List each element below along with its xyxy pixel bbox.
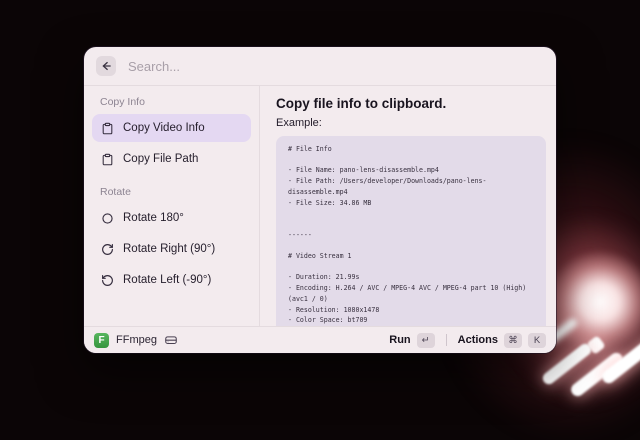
app-name: FFmpeg (116, 334, 157, 346)
ffmpeg-app-icon: F (94, 333, 109, 348)
rotate-counterclockwise-icon (100, 273, 114, 287)
arrow-left-icon (99, 59, 113, 73)
action-bar: F FFmpeg Run ↵ Actions ⌘ K (84, 326, 556, 353)
clipboard-icon (100, 121, 114, 135)
example-code-block[interactable]: # File Info - File Name: pano-lens-disas… (276, 136, 546, 326)
footer-divider (446, 334, 447, 346)
sidebar-section-label: Rotate (100, 186, 251, 198)
sidebar-item-rotate-180[interactable]: Rotate 180° (92, 204, 251, 232)
sidebar-item-label: Rotate Left (-90°) (123, 274, 211, 286)
detail-pane: Copy file info to clipboard. Example: # … (260, 86, 556, 326)
sidebar-item-label: Rotate 180° (123, 212, 184, 224)
rotate-clockwise-icon (100, 242, 114, 256)
command-key-badge: ⌘ (504, 333, 522, 348)
actions-label: Actions (458, 334, 498, 346)
sidebar-item-label: Copy File Path (123, 153, 198, 165)
sidebar-item-rotate-left[interactable]: Rotate Left (-90°) (92, 266, 251, 294)
sidebar-item-rotate-right[interactable]: Rotate Right (90°) (92, 235, 251, 263)
hard-drive-icon (164, 333, 178, 347)
run-label: Run (389, 334, 410, 346)
back-button[interactable] (96, 56, 116, 76)
actions-button[interactable]: Actions ⌘ K (458, 333, 546, 348)
sidebar-item-copy-video-info[interactable]: Copy Video Info (92, 114, 251, 142)
window-body: Copy Info Copy Video Info Cop (84, 86, 556, 326)
detail-title: Copy file info to clipboard. (276, 96, 546, 112)
k-key-badge: K (528, 333, 546, 348)
sidebar-section-label: Copy Info (100, 96, 251, 108)
return-key-badge: ↵ (417, 333, 435, 348)
circle-icon (100, 211, 114, 225)
launcher-window: Copy Info Copy Video Info Cop (84, 47, 556, 353)
sidebar-item-copy-file-path[interactable]: Copy File Path (92, 145, 251, 173)
example-label: Example: (276, 117, 546, 129)
command-sidebar: Copy Info Copy Video Info Cop (84, 86, 260, 326)
run-button[interactable]: Run ↵ (389, 333, 434, 348)
clipboard-icon (100, 152, 114, 166)
search-bar (84, 47, 556, 86)
search-input[interactable] (126, 58, 544, 75)
sidebar-item-label: Copy Video Info (123, 122, 205, 134)
sidebar-item-label: Rotate Right (90°) (123, 243, 215, 255)
